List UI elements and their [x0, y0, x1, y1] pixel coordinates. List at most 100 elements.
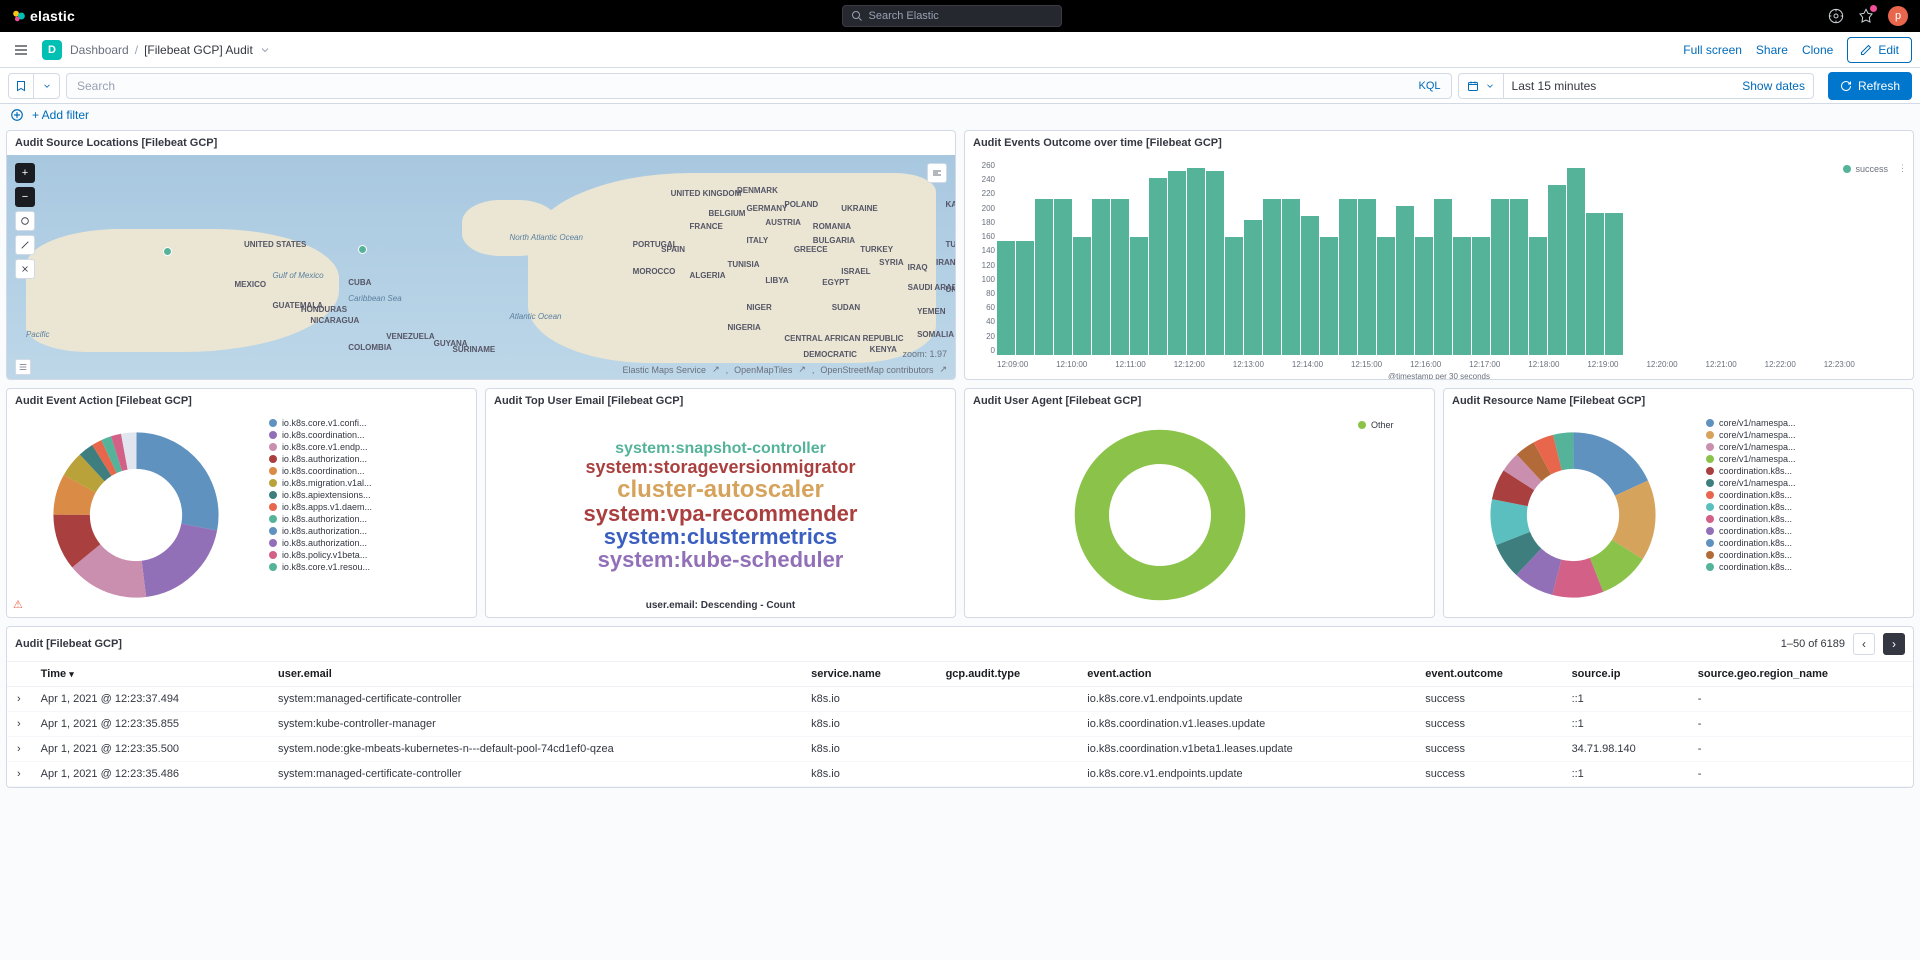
bar[interactable]: [1434, 199, 1452, 355]
legend-item[interactable]: io.k8s.coordination...: [269, 465, 472, 477]
legend-item[interactable]: coordination.k8s...: [1706, 501, 1909, 513]
zoom-in-button[interactable]: +: [15, 163, 35, 183]
bar[interactable]: [1548, 185, 1566, 355]
bar[interactable]: [1472, 237, 1490, 355]
expand-row-button[interactable]: ›: [7, 737, 31, 762]
bar[interactable]: [1035, 199, 1053, 355]
legend-toggle[interactable]: [15, 359, 31, 375]
filter-icon[interactable]: [10, 108, 24, 122]
donut-chart[interactable]: [965, 413, 1354, 617]
saved-query-button[interactable]: [8, 73, 34, 99]
draw-button[interactable]: [15, 235, 35, 255]
breadcrumb-root[interactable]: Dashboard: [70, 43, 129, 57]
legend-item[interactable]: io.k8s.coordination...: [269, 429, 472, 441]
clone-link[interactable]: Clone: [1802, 43, 1833, 57]
legend-item[interactable]: io.k8s.authorization...: [269, 453, 472, 465]
word-cloud[interactable]: system:snapshot-controllersystem:storage…: [486, 413, 955, 617]
legend-item[interactable]: io.k8s.core.v1.confi...: [269, 417, 472, 429]
bar[interactable]: [1111, 199, 1129, 355]
bar[interactable]: [1358, 199, 1376, 355]
bar[interactable]: [1605, 213, 1623, 355]
legend-item[interactable]: coordination.k8s...: [1706, 525, 1909, 537]
next-page-button[interactable]: ›: [1883, 633, 1905, 655]
add-filter-link[interactable]: + Add filter: [32, 108, 89, 122]
bar[interactable]: [1244, 220, 1262, 355]
cloud-word[interactable]: cluster-autoscaler: [617, 477, 824, 502]
bar[interactable]: [1054, 199, 1072, 355]
table-row[interactable]: ›Apr 1, 2021 @ 12:23:35.855system:kube-c…: [7, 712, 1913, 737]
legend-item[interactable]: core/v1/namespa...: [1706, 453, 1909, 465]
date-quick-button[interactable]: [1458, 73, 1504, 99]
warning-icon[interactable]: ⚠: [13, 598, 23, 611]
bar[interactable]: [1130, 237, 1148, 355]
column-header[interactable]: source.geo.region_name: [1688, 662, 1913, 687]
bar[interactable]: [1491, 199, 1509, 355]
legend-item[interactable]: core/v1/namespa...: [1706, 429, 1909, 441]
edit-button[interactable]: Edit: [1847, 37, 1912, 63]
chevron-down-icon[interactable]: [259, 44, 271, 56]
global-search-input[interactable]: Search Elastic: [842, 5, 1062, 27]
bar[interactable]: [1263, 199, 1281, 355]
user-avatar[interactable]: p: [1888, 6, 1908, 26]
legend-item[interactable]: coordination.k8s...: [1706, 561, 1909, 573]
map-canvas[interactable]: UNITED STATESMEXICOCUBAGUATEMALAHONDURAS…: [7, 155, 955, 379]
zoom-out-button[interactable]: −: [15, 187, 35, 207]
bar[interactable]: [1073, 237, 1091, 355]
legend-item[interactable]: io.k8s.core.v1.endp...: [269, 441, 472, 453]
expand-row-button[interactable]: ›: [7, 687, 31, 712]
legend-item[interactable]: coordination.k8s...: [1706, 465, 1909, 477]
bar[interactable]: [1415, 237, 1433, 355]
bar[interactable]: [1206, 171, 1224, 355]
help-icon[interactable]: [1828, 8, 1844, 24]
bar[interactable]: [1282, 199, 1300, 355]
legend-item[interactable]: io.k8s.policy.v1beta...: [269, 549, 472, 561]
legend-item[interactable]: io.k8s.authorization...: [269, 525, 472, 537]
newsfeed-icon[interactable]: [1858, 8, 1874, 24]
legend-item[interactable]: io.k8s.authorization...: [269, 537, 472, 549]
query-input[interactable]: Search KQL: [66, 73, 1452, 99]
prev-page-button[interactable]: ‹: [1853, 633, 1875, 655]
table-row[interactable]: ›Apr 1, 2021 @ 12:23:35.486system:manage…: [7, 762, 1913, 787]
legend-item[interactable]: coordination.k8s...: [1706, 489, 1909, 501]
donut-chart[interactable]: [7, 413, 265, 617]
legend-item[interactable]: core/v1/namespa...: [1706, 417, 1909, 429]
legend-item[interactable]: coordination.k8s...: [1706, 549, 1909, 561]
column-header[interactable]: event.outcome: [1415, 662, 1561, 687]
legend-item[interactable]: io.k8s.core.v1.resou...: [269, 561, 472, 573]
bar[interactable]: [1016, 241, 1034, 355]
legend-item[interactable]: core/v1/namespa...: [1706, 477, 1909, 489]
bar[interactable]: [1339, 199, 1357, 355]
column-header[interactable]: event.action: [1077, 662, 1415, 687]
bar[interactable]: [1320, 237, 1338, 355]
kql-toggle[interactable]: KQL: [1419, 80, 1441, 92]
legend-item[interactable]: io.k8s.apiextensions...: [269, 489, 472, 501]
bar[interactable]: [1377, 237, 1395, 355]
column-header[interactable]: user.email: [268, 662, 801, 687]
bar-chart[interactable]: [997, 161, 1905, 355]
bar[interactable]: [1567, 168, 1585, 355]
legend-item[interactable]: io.k8s.migration.v1al...: [269, 477, 472, 489]
legend-item[interactable]: coordination.k8s...: [1706, 537, 1909, 549]
cloud-word[interactable]: system:snapshot-controller: [615, 441, 826, 458]
donut-chart[interactable]: [1444, 413, 1702, 617]
saved-query-dropdown[interactable]: [34, 73, 60, 99]
cloud-word[interactable]: system:storageversionmigrator: [585, 458, 855, 477]
cloud-word[interactable]: system:vpa-recommender: [584, 502, 858, 525]
refresh-button[interactable]: Refresh: [1828, 72, 1912, 100]
bar[interactable]: [997, 241, 1015, 355]
cloud-word[interactable]: system:kube-scheduler: [598, 548, 844, 571]
column-header[interactable]: gcp.audit.type: [936, 662, 1078, 687]
expand-row-button[interactable]: ›: [7, 712, 31, 737]
app-badge[interactable]: D: [42, 40, 62, 60]
bar[interactable]: [1149, 178, 1167, 355]
table-row[interactable]: ›Apr 1, 2021 @ 12:23:35.500system.node:g…: [7, 737, 1913, 762]
bar[interactable]: [1586, 213, 1604, 355]
table-row[interactable]: ›Apr 1, 2021 @ 12:23:37.494system:manage…: [7, 687, 1913, 712]
show-dates-link[interactable]: Show dates: [1742, 79, 1805, 93]
column-header[interactable]: source.ip: [1562, 662, 1688, 687]
column-header-time[interactable]: Time ▾: [31, 662, 268, 687]
bar[interactable]: [1187, 168, 1205, 355]
bar[interactable]: [1396, 206, 1414, 355]
bar[interactable]: [1301, 216, 1319, 355]
legend-item[interactable]: io.k8s.apps.v1.daem...: [269, 501, 472, 513]
